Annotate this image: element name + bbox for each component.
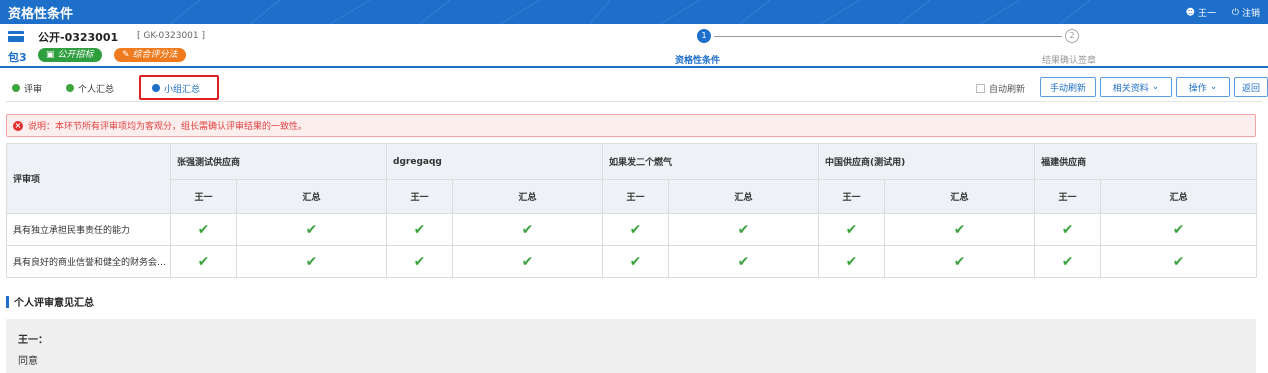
project-header: 包3 公开-0323001 [ GK-0323001 ] ▣ 公开招标 ✎ 综合…	[0, 24, 1268, 68]
table-row: 具有良好的商业信誉和健全的财务会… ✔ ✔ ✔ ✔ ✔ ✔ ✔ ✔ ✔ ✔	[6, 245, 1258, 278]
check-icon: ✔	[818, 213, 886, 246]
user-name: 王一	[1197, 9, 1216, 19]
operations-label: 操作	[1188, 83, 1207, 94]
tab-group-summary[interactable]: 小组汇总	[152, 80, 200, 96]
check-icon: ✔	[668, 213, 820, 246]
check-icon: ✔	[602, 245, 670, 278]
logout-button[interactable]: ⏻ 注销	[1231, 6, 1260, 20]
supplier-header: 中国供应商(测试用)	[818, 143, 1036, 180]
operations-button[interactable]: 操作 ⌄	[1176, 77, 1230, 97]
progress-steps: 1 2 资格性条件 结果确认签章	[672, 28, 1102, 66]
step-2-label: 结果确认签章	[1042, 56, 1097, 66]
auto-refresh-checkbox[interactable]	[976, 84, 985, 93]
step-1-dot: 1	[697, 29, 711, 43]
check-icon: ✔	[235, 245, 388, 278]
eval-badge: ✎ 综合评分法	[114, 48, 186, 62]
section-title: 个人评审意见汇总	[6, 294, 94, 309]
check-icon: ✔	[452, 245, 604, 278]
check-icon: ✔	[818, 245, 886, 278]
total-col-header: 汇总	[235, 179, 388, 214]
reviewer-col-header: 王一	[170, 179, 237, 214]
notice-banner: × 说明：本环节所有评审项均为客观分，组长需确认评审结果的一致性。	[6, 114, 1256, 137]
related-docs-label: 相关资料	[1112, 83, 1149, 94]
auto-refresh-toggle[interactable]: 自动刷新	[976, 82, 1025, 95]
check-icon: ✔	[170, 245, 237, 278]
top-bar: 资格性条件 ☻ 王一 ⏻ 注销	[0, 0, 1268, 24]
shop-icon: ▣	[46, 50, 55, 60]
tab-group-summary-label: 小组汇总	[164, 84, 201, 95]
step-2-dot: 2	[1065, 29, 1079, 43]
reviewer-opinion: 同意	[18, 356, 38, 367]
check-circle-icon	[12, 84, 20, 92]
reviewer-name: 王一：	[18, 335, 48, 346]
section-marker	[6, 295, 9, 308]
review-item: 具有独立承担民事责任的能力	[6, 213, 171, 246]
section-title-text: 个人评审意见汇总	[14, 298, 94, 309]
check-icon: ✔	[602, 213, 670, 246]
project-code: 公开-0323001	[38, 31, 119, 44]
auto-refresh-label: 自动刷新	[989, 85, 1026, 95]
check-icon: ✔	[386, 213, 454, 246]
eval-badge-label: 综合评分法	[132, 50, 178, 60]
supplier-header: 张强测试供应商	[169, 143, 388, 180]
chevron-down-icon: ⌄	[1151, 82, 1160, 92]
reviewer-col-header: 王一	[818, 179, 886, 214]
page-title: 资格性条件	[8, 7, 74, 22]
total-col-header: 汇总	[1100, 179, 1258, 214]
chevron-down-icon: ⌄	[1209, 82, 1218, 92]
check-icon: ✔	[884, 245, 1036, 278]
check-icon: ✔	[452, 213, 604, 246]
tab-bar: 评审 个人汇总 小组汇总 自动刷新 手动刷新 相关资料 ⌄ 操作 ⌄ 返回	[6, 74, 1268, 102]
package-label: 包3	[8, 51, 27, 64]
total-col-header: 汇总	[884, 179, 1036, 214]
check-icon: ✔	[668, 245, 820, 278]
user-menu[interactable]: ☻ 王一	[1185, 6, 1216, 20]
method-badge: ▣ 公开招标	[38, 48, 102, 62]
check-circle-icon	[66, 84, 74, 92]
step-1-label: 资格性条件	[675, 56, 721, 66]
check-icon: ✔	[235, 213, 388, 246]
method-badge-label: 公开招标	[57, 50, 94, 60]
manual-refresh-button[interactable]: 手动刷新	[1040, 77, 1096, 97]
logout-label: 注销	[1241, 9, 1260, 19]
notice-text: 说明：本环节所有评审项均为客观分，组长需确认评审结果的一致性。	[28, 122, 308, 132]
tab-personal-summary[interactable]: 个人汇总	[66, 80, 114, 96]
user-icon: ☻	[1185, 7, 1195, 18]
total-col-header: 汇总	[668, 179, 820, 214]
pencil-icon: ✎	[122, 50, 130, 60]
review-summary-table: 评审项 张强测试供应商 dgregaqg 如果发二个燃气 中国供应商(测试用) …	[6, 143, 1258, 278]
check-icon: ✔	[1034, 245, 1102, 278]
check-icon: ✔	[884, 213, 1036, 246]
check-icon: ✔	[170, 213, 237, 246]
power-icon: ⏻	[1231, 7, 1239, 18]
supplier-header: dgregaqg	[386, 143, 604, 180]
tab-review[interactable]: 评审	[12, 80, 42, 96]
check-icon: ✔	[1034, 213, 1102, 246]
tab-review-label: 评审	[24, 84, 43, 95]
project-subcode: [ GK-0323001 ]	[137, 31, 206, 41]
review-item: 具有良好的商业信誉和健全的财务会…	[6, 245, 171, 278]
supplier-header: 福建供应商	[1034, 143, 1258, 180]
back-label: 返回	[1241, 83, 1260, 94]
tab-personal-summary-label: 个人汇总	[78, 84, 115, 95]
manual-refresh-label: 手动刷新	[1049, 83, 1086, 94]
total-col-header: 汇总	[452, 179, 604, 214]
card-icon	[8, 31, 24, 42]
corner-header: 评审项	[6, 143, 171, 214]
supplier-header: 如果发二个燃气	[602, 143, 820, 180]
reviewer-col-header: 王一	[602, 179, 670, 214]
header-decoration	[169, 0, 1091, 24]
check-icon: ✔	[1100, 213, 1258, 246]
check-icon: ✔	[386, 245, 454, 278]
table-row: 具有独立承担民事责任的能力 ✔ ✔ ✔ ✔ ✔ ✔ ✔ ✔ ✔ ✔	[6, 213, 1258, 246]
info-circle-icon	[152, 84, 160, 92]
opinion-panel: 王一： 同意	[6, 319, 1256, 373]
step-connector	[714, 36, 1062, 37]
error-icon: ×	[13, 120, 23, 131]
reviewer-col-header: 王一	[386, 179, 454, 214]
back-button[interactable]: 返回	[1234, 77, 1268, 97]
check-icon: ✔	[1100, 245, 1258, 278]
reviewer-col-header: 王一	[1034, 179, 1102, 214]
related-docs-button[interactable]: 相关资料 ⌄	[1100, 77, 1172, 97]
